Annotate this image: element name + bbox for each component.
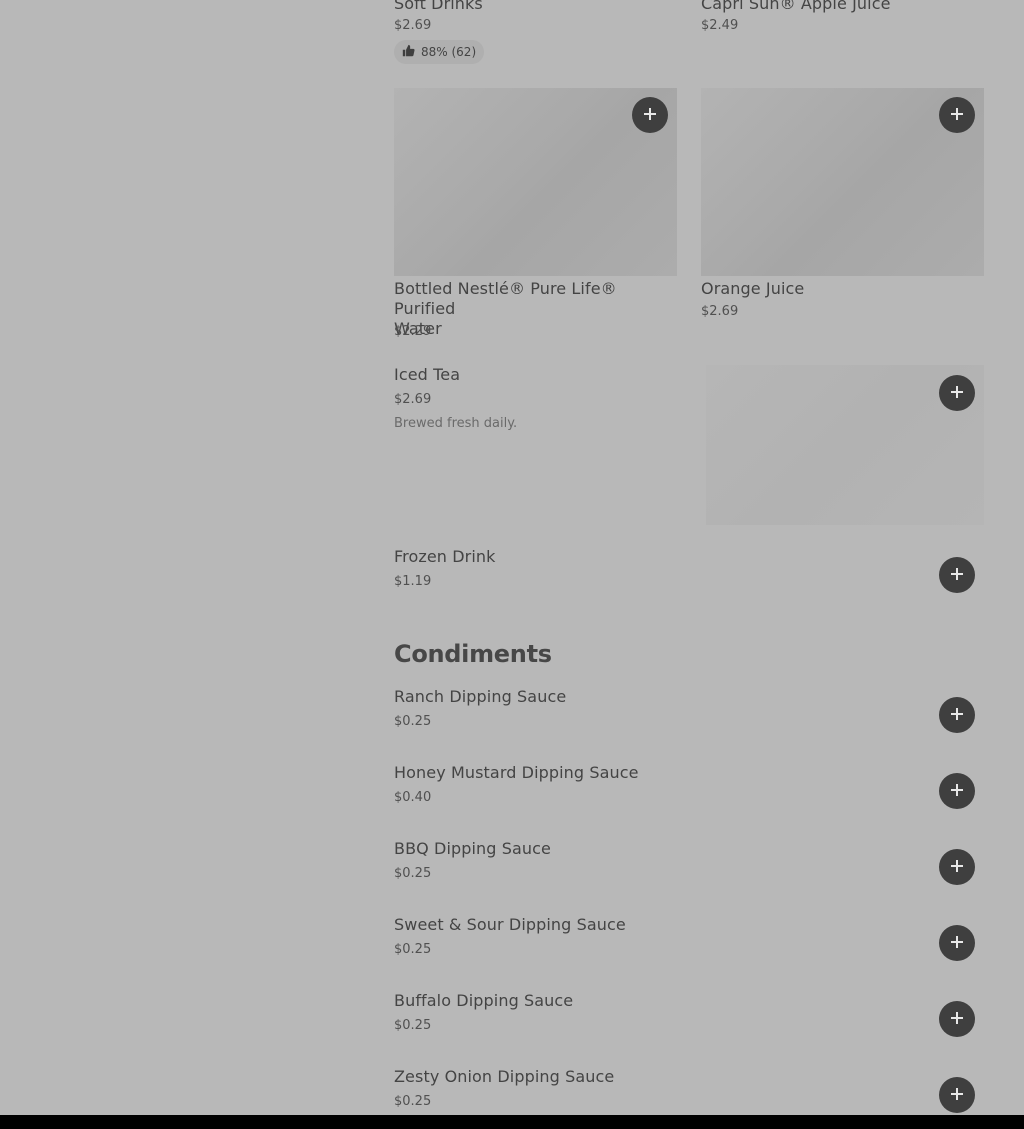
thumbs-up-icon — [402, 44, 415, 60]
item-name-zesty-onion: Zesty Onion Dipping Sauce — [394, 1067, 615, 1086]
plus-icon — [950, 384, 964, 403]
add-water-button[interactable] — [632, 97, 668, 133]
item-name-iced-tea: Iced Tea — [394, 365, 461, 384]
add-frozen-drink-button[interactable] — [939, 557, 975, 593]
plus-icon — [950, 1010, 964, 1029]
add-orange-juice-button[interactable] — [939, 97, 975, 133]
add-ranch-button[interactable] — [939, 697, 975, 733]
item-price-sweet-sour: $0.25 — [394, 942, 432, 957]
item-price-water: $2.29 — [394, 324, 432, 339]
item-price-frozen-drink: $1.19 — [394, 574, 432, 589]
item-price-ranch: $0.25 — [394, 714, 432, 729]
plus-icon — [950, 106, 964, 125]
add-sweet-sour-button[interactable] — [939, 925, 975, 961]
plus-icon — [950, 934, 964, 953]
item-price-zesty-onion: $0.25 — [394, 1094, 432, 1109]
plus-icon — [950, 858, 964, 877]
item-name-sweet-sour: Sweet & Sour Dipping Sauce — [394, 915, 626, 934]
item-name-soft-drinks: Soft Drinks — [394, 0, 483, 13]
item-price-capri-sun: $2.49 — [701, 18, 739, 33]
item-name-bbq: BBQ Dipping Sauce — [394, 839, 551, 858]
item-name-ranch: Ranch Dipping Sauce — [394, 687, 567, 706]
item-name-water: Bottled Nestlé® Pure Life® Purified Wate… — [394, 279, 617, 338]
add-honey-mustard-button[interactable] — [939, 773, 975, 809]
plus-icon — [643, 106, 657, 125]
plus-icon — [950, 566, 964, 585]
bottom-bar — [0, 1115, 1024, 1129]
item-name-frozen-drink: Frozen Drink — [394, 547, 496, 566]
plus-icon — [950, 782, 964, 801]
item-name-honey-mustard: Honey Mustard Dipping Sauce — [394, 763, 639, 782]
section-title-condiments: Condiments — [394, 640, 552, 668]
item-description-iced-tea: Brewed fresh daily. — [394, 416, 518, 431]
item-price-buffalo: $0.25 — [394, 1018, 432, 1033]
item-price-bbq: $0.25 — [394, 866, 432, 881]
add-iced-tea-button[interactable] — [939, 375, 975, 411]
item-name-orange-juice: Orange Juice — [701, 279, 805, 298]
rating-text: 88% (62) — [421, 45, 477, 59]
item-price-iced-tea: $2.69 — [394, 392, 432, 407]
plus-icon — [950, 706, 964, 725]
item-name-buffalo: Buffalo Dipping Sauce — [394, 991, 574, 1010]
item-name-capri-sun: Capri Sun® Apple Juice — [701, 0, 891, 13]
plus-icon — [950, 1086, 964, 1105]
item-price-orange-juice: $2.69 — [701, 304, 739, 319]
item-price-soft-drinks: $2.69 — [394, 18, 432, 33]
add-bbq-button[interactable] — [939, 849, 975, 885]
rating-badge: 88% (62) — [394, 40, 485, 64]
add-zesty-onion-button[interactable] — [939, 1077, 975, 1113]
add-buffalo-button[interactable] — [939, 1001, 975, 1037]
item-price-honey-mustard: $0.40 — [394, 790, 432, 805]
